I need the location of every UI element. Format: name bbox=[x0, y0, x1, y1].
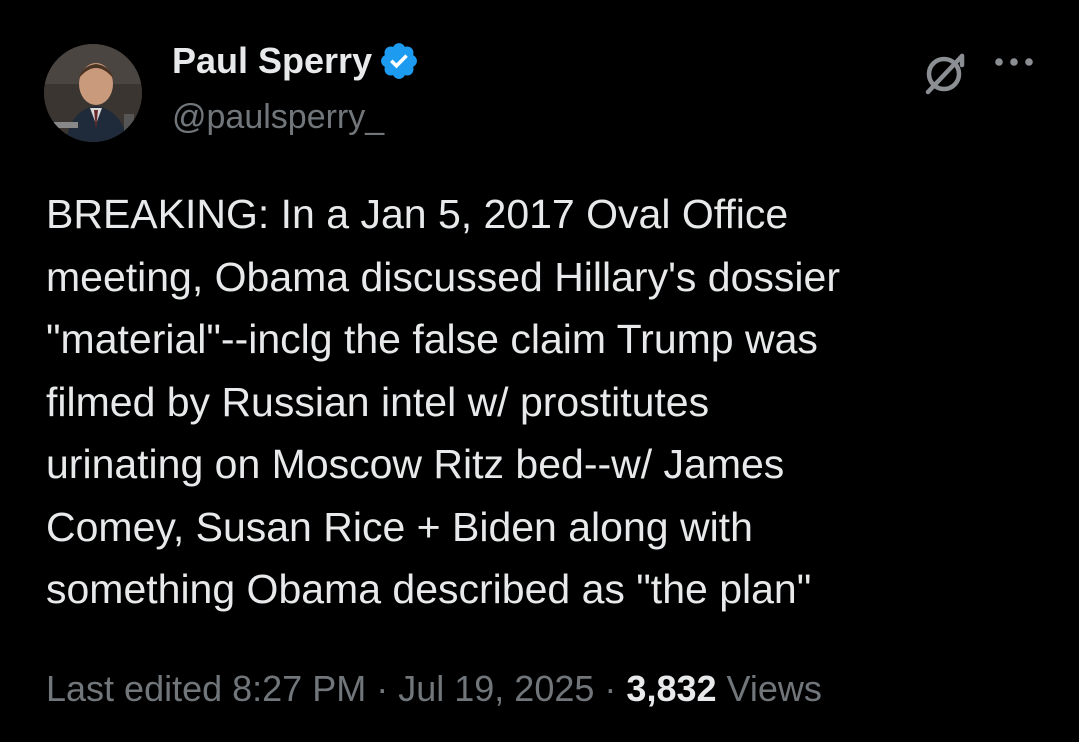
author-name[interactable]: Paul Sperry bbox=[172, 40, 372, 82]
author-name-row[interactable]: Paul Sperry bbox=[172, 40, 420, 82]
separator: · bbox=[376, 668, 389, 709]
more-icon[interactable] bbox=[992, 52, 1036, 72]
author-handle[interactable]: @paulsperry_ bbox=[172, 98, 384, 137]
avatar[interactable] bbox=[44, 44, 142, 142]
tweet-text: BREAKING: In a Jan 5, 2017 Oval Office m… bbox=[46, 191, 840, 612]
verified-badge-icon bbox=[381, 43, 418, 79]
post-date[interactable]: Jul 19, 2025 bbox=[398, 668, 594, 709]
tweet: Paul Sperry @paulsperry_ BREAKING: In a … bbox=[0, 0, 1079, 742]
separator: · bbox=[604, 668, 617, 709]
edited-timestamp[interactable]: Last edited 8:27 PM bbox=[46, 668, 366, 709]
views-count: 3,832 bbox=[626, 668, 717, 709]
tweet-meta: Last edited 8:27 PM · Jul 19, 2025 · 3,8… bbox=[46, 668, 822, 710]
grok-icon[interactable] bbox=[920, 48, 970, 98]
views-label: Views bbox=[726, 668, 822, 709]
